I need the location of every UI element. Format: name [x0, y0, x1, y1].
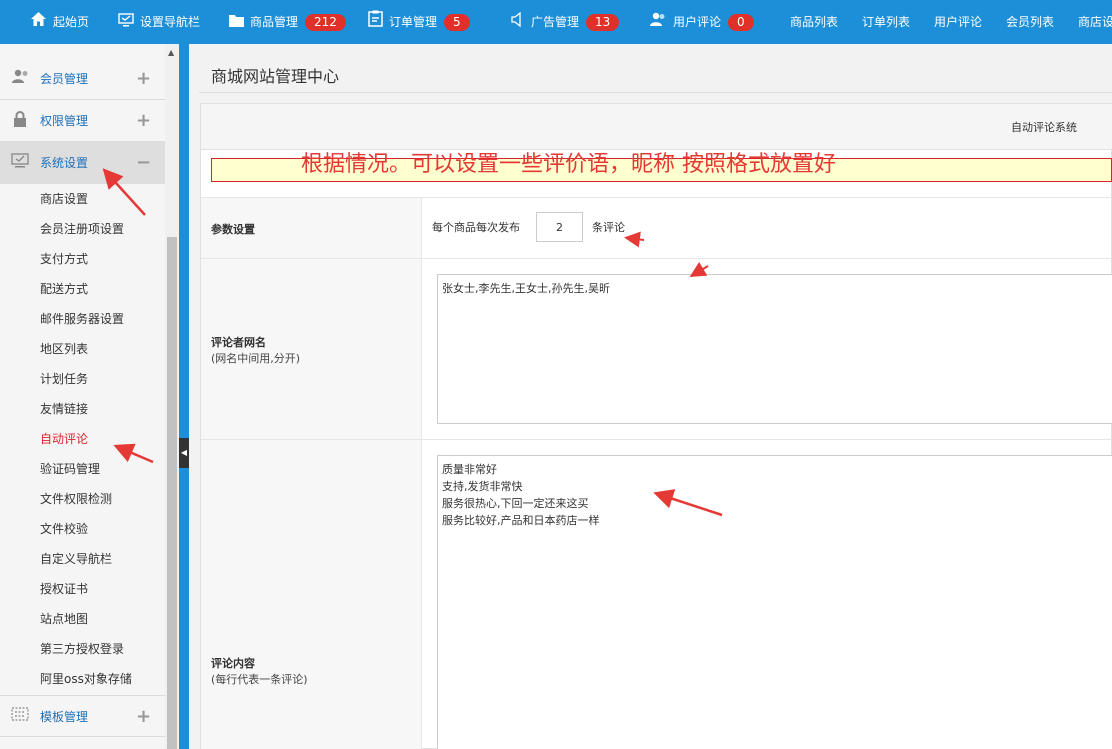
nav-order-list[interactable]: 订单列表: [862, 0, 910, 44]
expand-icon[interactable]: +: [136, 706, 151, 727]
nav-user-comment-list-label: 用户评论: [934, 15, 983, 29]
sidebar-item-shop-settings[interactable]: 商店设置: [40, 184, 88, 214]
sidebar-item-oauth-login[interactable]: 第三方授权登录: [40, 634, 124, 664]
nav-setting-navbar-label: 设置导航栏: [140, 15, 201, 29]
ads-count-badge: 13: [586, 13, 620, 31]
nav-ads[interactable]: 广告管理 13: [510, 0, 620, 44]
goods-count-badge: 212: [305, 13, 346, 31]
home-icon: [30, 0, 47, 44]
commenter-names-textarea[interactable]: 张女士,李先生,王女士,孙先生,吴昕: [437, 274, 1112, 424]
panel-header: [201, 104, 1112, 150]
annotation-note: 根据情况。可以设置一些评价语，昵称 按照格式放置好: [301, 152, 836, 177]
sidebar-group-templates-label: 模板管理: [40, 709, 89, 724]
orders-count-badge: 5: [444, 13, 470, 31]
nav-user-comment-list[interactable]: 用户评论: [934, 0, 982, 44]
nav-ads-label: 广告管理: [531, 15, 580, 29]
comments-per-goods-input[interactable]: [536, 212, 583, 242]
folder-icon: [229, 0, 244, 44]
sidebar-item-auto-comment[interactable]: 自动评论: [40, 424, 88, 454]
nav-goods-list-label: 商品列表: [790, 15, 839, 29]
sidebar-group-system[interactable]: 系统设置 −: [0, 142, 165, 184]
monitor-icon: [118, 0, 134, 44]
expand-icon[interactable]: +: [136, 110, 151, 131]
nav-goods-list[interactable]: 商品列表: [790, 0, 838, 44]
names-label: 评论者网名 (网名中间用,分开): [211, 334, 300, 366]
comment-content-textarea[interactable]: 质量非常好 支持,发货非常快 服务很热心,下回一定还来这买 服务比较好,产品和日…: [437, 455, 1112, 749]
panel-title: 自动评论系统: [1011, 121, 1077, 134]
sidebar-group-templates[interactable]: 模板管理 +: [0, 695, 165, 737]
nav-goods-label: 商品管理: [250, 15, 299, 29]
sidebar-group-system-label: 系统设置: [40, 156, 89, 170]
sidebar-item-friend-links[interactable]: 友情链接: [40, 394, 88, 424]
clipboard-icon: [368, 0, 383, 44]
param-suffix: 条评论: [592, 221, 625, 234]
content-label: 评论内容 (每行代表一条评论): [211, 655, 308, 687]
users-icon: [649, 0, 667, 44]
nav-setting-navbar[interactable]: 设置导航栏: [118, 0, 200, 44]
content-label-hint: (每行代表一条评论): [211, 673, 308, 686]
lock-icon: [11, 110, 29, 131]
nav-user-comments[interactable]: 用户评论 0: [649, 0, 754, 44]
sidebar-item-member-register[interactable]: 会员注册项设置: [40, 214, 124, 244]
nav-user-comments-label: 用户评论: [673, 15, 722, 29]
nav-shop-settings[interactable]: 商店设: [1078, 0, 1112, 44]
sidebar-group-members-label: 会员管理: [40, 72, 89, 86]
template-icon: [11, 707, 29, 725]
sidebar-item-aliyun-oss[interactable]: 阿里oss对象存储: [40, 664, 132, 694]
param-label: 参数设置: [211, 223, 255, 236]
sidebar-item-payment[interactable]: 支付方式: [40, 244, 88, 274]
nav-orders[interactable]: 订单管理 5: [368, 0, 470, 44]
names-label-hint: (网名中间用,分开): [211, 352, 301, 365]
sidebar-item-shipping[interactable]: 配送方式: [40, 274, 88, 304]
sidebar-item-file-check[interactable]: 文件校验: [40, 514, 88, 544]
nav-home-label: 起始页: [53, 15, 90, 29]
sidebar-item-file-permissions[interactable]: 文件权限检测: [40, 484, 112, 514]
sidebar-scrollbar[interactable]: ▲: [165, 44, 179, 749]
top-navbar: 起始页 设置导航栏 商品管理 212 订单管理 5 广告管理 13 用户评论 0…: [0, 0, 1112, 44]
sidebar-item-license[interactable]: 授权证书: [40, 574, 88, 604]
sidebar-group-permissions[interactable]: 权限管理 +: [0, 100, 165, 142]
monitor-check-icon: [11, 153, 29, 172]
comments-count-badge: 0: [728, 13, 754, 31]
sidebar: 会员管理 + 权限管理 + 系统设置 − 商店设置 会员注册项设置 支付方式 配…: [0, 44, 165, 749]
sidebar-group-members[interactable]: 会员管理 +: [0, 58, 165, 100]
expand-icon[interactable]: +: [136, 68, 151, 89]
nav-orders-label: 订单管理: [389, 15, 438, 29]
page-title: 商城网站管理中心: [211, 67, 340, 86]
collapse-icon[interactable]: −: [136, 152, 151, 173]
sidebar-item-captcha[interactable]: 验证码管理: [40, 454, 100, 484]
label-cell: [201, 440, 422, 749]
scroll-up-icon[interactable]: ▲: [168, 48, 174, 57]
nav-order-list-label: 订单列表: [862, 15, 911, 29]
sidebar-group-permissions-label: 权限管理: [40, 114, 89, 128]
content-label-title: 评论内容: [211, 657, 255, 670]
sidebar-item-cron[interactable]: 计划任务: [40, 364, 88, 394]
sidebar-item-sitemap[interactable]: 站点地图: [40, 604, 88, 634]
nav-shop-settings-label: 商店设: [1078, 15, 1112, 29]
names-label-title: 评论者网名: [211, 336, 266, 349]
users-icon: [11, 69, 29, 88]
sidebar-item-mail-server[interactable]: 邮件服务器设置: [40, 304, 124, 334]
sidebar-item-regions[interactable]: 地区列表: [40, 334, 88, 364]
nav-member-list-label: 会员列表: [1006, 15, 1055, 29]
param-prefix: 每个商品每次发布: [432, 221, 520, 234]
scrollbar-thumb[interactable]: [167, 237, 177, 749]
sidebar-divider: [179, 44, 189, 749]
collapse-sidebar-icon[interactable]: ◀: [179, 438, 189, 468]
nav-home[interactable]: 起始页: [30, 0, 89, 44]
title-divider: [199, 92, 1112, 93]
nav-member-list[interactable]: 会员列表: [1006, 0, 1054, 44]
sidebar-item-custom-nav[interactable]: 自定义导航栏: [40, 544, 112, 574]
speaker-icon: [510, 0, 525, 44]
param-row: [201, 197, 1112, 259]
nav-goods[interactable]: 商品管理 212: [229, 0, 346, 44]
